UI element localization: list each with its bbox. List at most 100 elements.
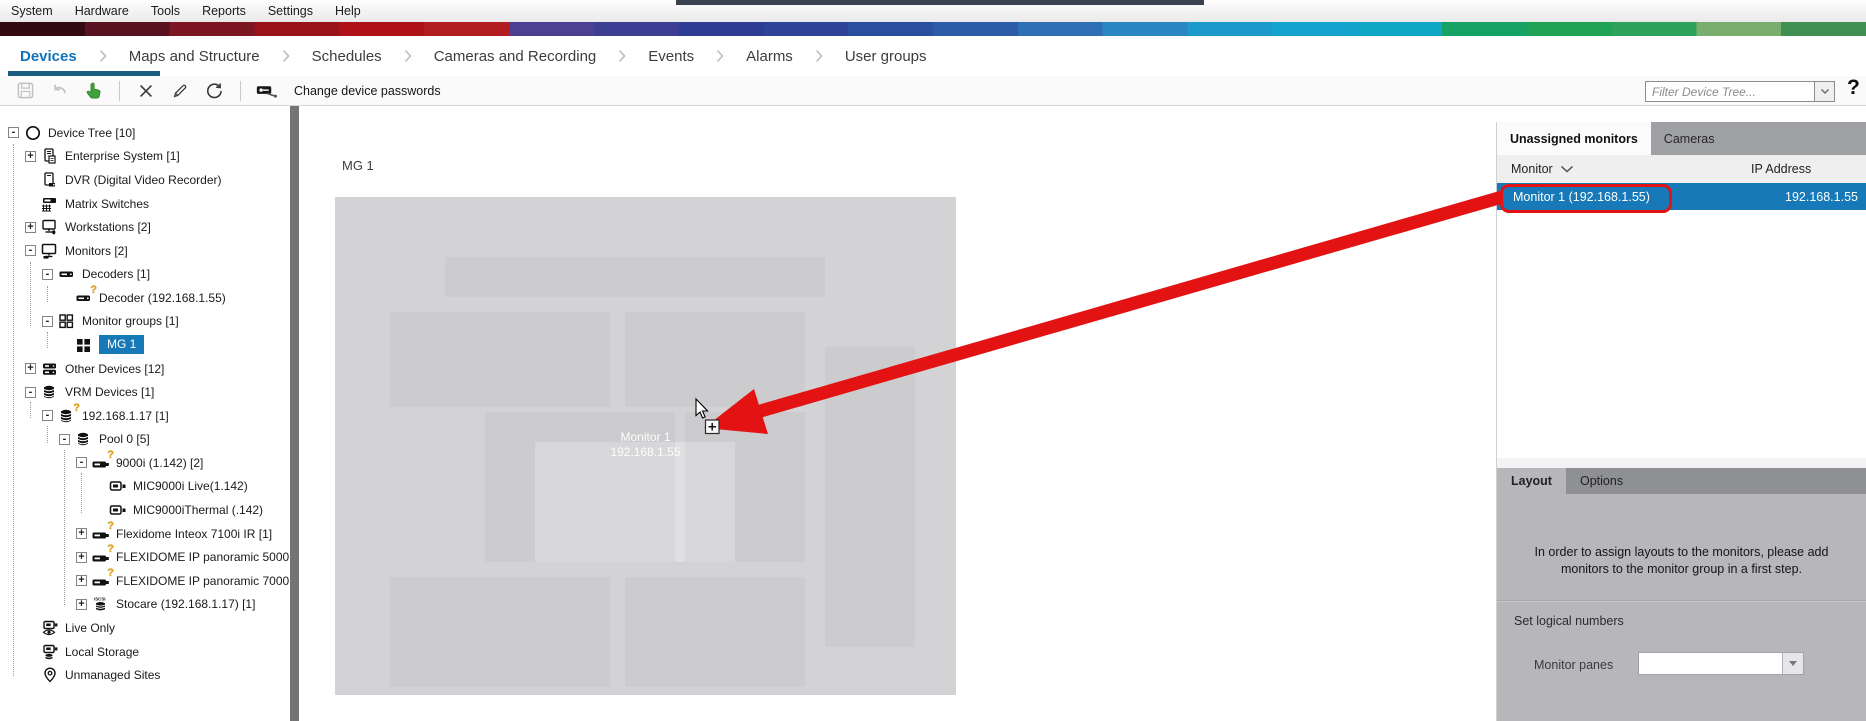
tree-item-device-tree-10[interactable]: - Device Tree [10] bbox=[0, 121, 290, 145]
camera-icon bbox=[108, 478, 128, 494]
monitor-icon bbox=[40, 243, 60, 259]
expand-expander[interactable]: + bbox=[76, 598, 87, 610]
panel-splitter[interactable] bbox=[290, 106, 299, 721]
chevron-right-icon bbox=[99, 49, 107, 63]
filter-dropdown-button[interactable] bbox=[1814, 82, 1834, 101]
collapse-expander[interactable]: - bbox=[76, 457, 87, 469]
delete-icon[interactable] bbox=[135, 80, 157, 102]
tree-item-label: Monitors [2] bbox=[65, 243, 128, 258]
tree-item-label: Device Tree [10] bbox=[48, 125, 136, 140]
tree-item-dvr-digital-video-recorder[interactable]: DVR (Digital Video Recorder) bbox=[0, 168, 290, 192]
collapse-expander[interactable]: - bbox=[8, 127, 19, 139]
tree-item-9000i-1-142-2[interactable]: -? 9000i (1.142) [2] bbox=[0, 448, 290, 475]
tree-item-label: MIC9000iThermal (.142) bbox=[133, 503, 264, 518]
change-device-passwords-button[interactable]: Change device passwords bbox=[294, 84, 441, 98]
authentication-question-badge: ? bbox=[107, 566, 114, 579]
tab-maps-and-structure[interactable]: Maps and Structure bbox=[123, 36, 266, 76]
tab-user-groups[interactable]: User groups bbox=[839, 36, 933, 76]
tree-item-mic9000i-live-1-142[interactable]: MIC9000i Live(1.142) bbox=[0, 475, 290, 499]
nav-tab-bar: Devices Maps and Structure Schedules Camera… bbox=[0, 36, 1866, 76]
menu-tools[interactable]: Tools bbox=[140, 4, 191, 18]
chevron-right-icon bbox=[404, 49, 412, 63]
filter-input[interactable] bbox=[1646, 82, 1814, 101]
tree-item-monitor-groups-1[interactable]: - Monitor groups [1] bbox=[0, 310, 290, 334]
change-password-icon[interactable] bbox=[256, 80, 278, 102]
edit-icon[interactable] bbox=[169, 80, 191, 102]
expand-expander[interactable]: + bbox=[76, 528, 87, 540]
help-button[interactable]: ? bbox=[1847, 76, 1860, 100]
collapse-expander[interactable]: - bbox=[25, 386, 36, 398]
tree-item-flexidome-ip-panoramic-7000[interactable]: +? FLEXIDOME IP panoramic 7000 bbox=[0, 566, 290, 593]
monitor-panes-select[interactable] bbox=[1638, 652, 1804, 675]
authentication-question-badge: ? bbox=[107, 448, 114, 461]
expand-expander[interactable]: + bbox=[76, 551, 87, 563]
tree-item-workstations-2[interactable]: + Workstations [2] bbox=[0, 215, 290, 239]
tab-cameras[interactable]: Cameras bbox=[1651, 122, 1728, 155]
tree-item-mic9000ithermal-142[interactable]: MIC9000iThermal (.142) bbox=[0, 498, 290, 522]
tree-item-decoders-1[interactable]: - Decoders [1] bbox=[0, 262, 290, 286]
tree-item-label: Unmanaged Sites bbox=[65, 668, 161, 683]
tree-item-label: Pool 0 [5] bbox=[99, 432, 150, 447]
tree-item-other-devices-12[interactable]: + Other Devices [12] bbox=[0, 357, 290, 381]
monitor-group-title: MG 1 bbox=[342, 158, 374, 173]
tree-item-live-only[interactable]: Live Only bbox=[0, 616, 290, 640]
tab-schedules[interactable]: Schedules bbox=[306, 36, 388, 76]
tree-item-label: Local Storage bbox=[65, 644, 140, 659]
collapse-expander[interactable]: - bbox=[42, 410, 53, 422]
tree-item-enterprise-system-1[interactable]: + Enterprise System [1] bbox=[0, 145, 290, 169]
activate-configuration-icon[interactable] bbox=[82, 80, 104, 102]
monitor-preview-tile bbox=[390, 577, 610, 687]
tree-item-mg-1[interactable]: MG 1 bbox=[0, 333, 290, 357]
tree-item-monitors-2[interactable]: - Monitors [2] bbox=[0, 239, 290, 263]
expand-expander[interactable]: + bbox=[76, 575, 87, 587]
column-header-monitor[interactable]: Monitor bbox=[1511, 162, 1574, 176]
tree-expander-placeholder bbox=[93, 505, 104, 516]
tree-item-decoder-192-168-1-55[interactable]: ? Decoder (192.168.1.55) bbox=[0, 284, 290, 310]
collapse-expander[interactable]: - bbox=[42, 268, 53, 280]
menu-help[interactable]: Help bbox=[324, 4, 372, 18]
tab-layout[interactable]: Layout bbox=[1497, 468, 1566, 494]
toolbar-separator bbox=[240, 80, 241, 101]
tree-item-matrix-switches[interactable]: Matrix Switches bbox=[0, 192, 290, 216]
tree-item-flexidome-ip-panoramic-5000[interactable]: +? FLEXIDOME IP panoramic 5000 bbox=[0, 543, 290, 569]
collapse-expander[interactable]: - bbox=[42, 315, 53, 327]
tree-item-label: Stocare (192.168.1.17) [1] bbox=[116, 597, 256, 612]
tab-events[interactable]: Events bbox=[642, 36, 700, 76]
chevron-down-icon bbox=[1820, 88, 1829, 95]
tab-cameras-and-recording[interactable]: Cameras and Recording bbox=[428, 36, 603, 76]
tab-devices[interactable]: Devices bbox=[8, 36, 160, 76]
expand-expander[interactable]: + bbox=[25, 150, 36, 162]
expand-expander[interactable]: + bbox=[25, 221, 36, 233]
tree-expander-placeholder bbox=[25, 670, 36, 681]
tab-unassigned-monitors[interactable]: Unassigned monitors bbox=[1497, 122, 1651, 155]
tree-item-pool-0-5[interactable]: - Pool 0 [5] bbox=[0, 428, 290, 452]
tree-item-local-storage[interactable]: Local Storage bbox=[0, 640, 290, 664]
column-header-monitor-label: Monitor bbox=[1511, 162, 1553, 176]
unassigned-monitors-list: Monitor 1 (192.168.1.55) 192.168.1.55 bbox=[1497, 183, 1866, 458]
tree-item-vrm-devices-1[interactable]: - VRM Devices [1] bbox=[0, 380, 290, 404]
tab-options[interactable]: Options bbox=[1566, 468, 1637, 494]
monitor-list-header: Monitor IP Address bbox=[1497, 155, 1866, 183]
monitor-ip-overlay: 192.168.1.55 bbox=[610, 445, 681, 459]
tree-item-label: DVR (Digital Video Recorder) bbox=[65, 172, 222, 187]
tree-item-unmanaged-sites[interactable]: Unmanaged Sites bbox=[0, 663, 290, 687]
expand-expander[interactable]: + bbox=[25, 363, 36, 375]
enterprise-system-icon bbox=[40, 148, 60, 164]
monitor-wall-preview[interactable]: Monitor 1 192.168.1.55 bbox=[335, 197, 956, 695]
menu-hardware[interactable]: Hardware bbox=[64, 4, 140, 18]
menu-system[interactable]: System bbox=[0, 4, 64, 18]
collapse-expander[interactable]: - bbox=[59, 433, 70, 445]
collapse-expander[interactable]: - bbox=[25, 245, 36, 257]
column-header-ip[interactable]: IP Address bbox=[1751, 162, 1811, 176]
tree-expander-placeholder bbox=[25, 622, 36, 633]
tree-item-stocare-192-168-1-17-1[interactable]: + iSCSI Stocare (192.168.1.17) [1] bbox=[0, 593, 290, 617]
menu-settings[interactable]: Settings bbox=[257, 4, 324, 18]
tree-item-192-168-1-17-1[interactable]: -? 192.168.1.17 [1] bbox=[0, 402, 290, 428]
tree-item-flexidome-inteox-7100i-ir-1[interactable]: +? Flexidome Inteox 7100i IR [1] bbox=[0, 520, 290, 546]
dropdown-arrow-icon[interactable] bbox=[1782, 653, 1803, 674]
annotation-highlight-box bbox=[1500, 184, 1672, 213]
tab-alarms[interactable]: Alarms bbox=[740, 36, 799, 76]
refresh-icon[interactable] bbox=[203, 80, 225, 102]
undo-icon bbox=[48, 80, 70, 102]
menu-reports[interactable]: Reports bbox=[191, 4, 257, 18]
